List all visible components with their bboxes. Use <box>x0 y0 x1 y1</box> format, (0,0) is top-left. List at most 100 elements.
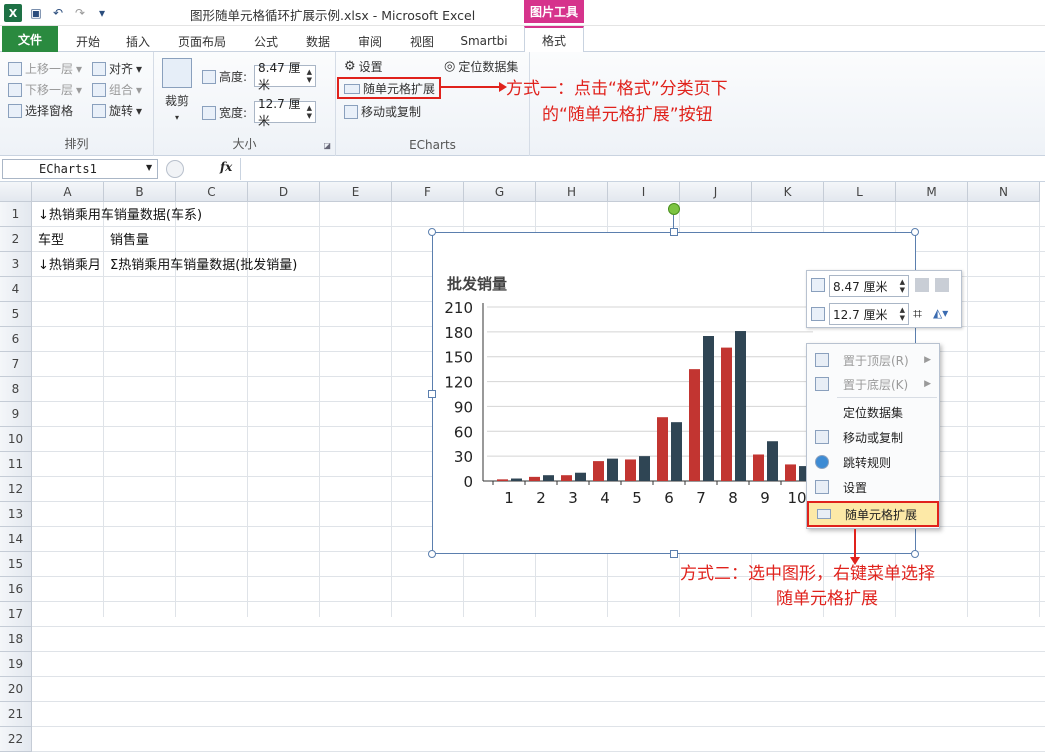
row-header[interactable]: 8 <box>0 377 32 402</box>
cell-a3[interactable]: ↓热销乘月 <box>38 254 110 273</box>
resize-handle-ne[interactable] <box>911 228 919 236</box>
bring-front-icon[interactable] <box>915 278 929 292</box>
column-header[interactable]: B <box>104 182 176 202</box>
column-header[interactable]: A <box>32 182 104 202</box>
row-header[interactable]: 13 <box>0 502 32 527</box>
spinner-arrows-icon[interactable]: ▲ ▼ <box>900 278 905 294</box>
rotate-handle[interactable] <box>668 203 680 215</box>
cell-b3[interactable]: Σ热销乘用车销量数据(批发销量) <box>110 254 297 273</box>
row-header[interactable]: 14 <box>0 527 32 552</box>
formula-input[interactable] <box>240 158 1045 180</box>
resize-handle-s[interactable] <box>670 550 678 558</box>
tab-smartbi[interactable]: Smartbi <box>454 30 514 52</box>
row-header[interactable]: 3 <box>0 252 32 277</box>
column-header[interactable]: H <box>536 182 608 202</box>
column-header[interactable]: N <box>968 182 1040 202</box>
tab-format[interactable]: 格式 <box>524 26 584 53</box>
row-header[interactable]: 20 <box>0 677 32 702</box>
customize-qat-icon[interactable]: ▾ <box>94 5 110 21</box>
spinner-arrows-icon[interactable]: ▲ ▼ <box>307 104 312 120</box>
width-field[interactable]: 12.7 厘米 ▲ ▼ <box>254 97 316 128</box>
dialog-launcher-icon[interactable]: ◪ <box>323 141 331 150</box>
column-header[interactable]: G <box>464 182 536 202</box>
excel-logo-icon[interactable]: X <box>4 4 22 22</box>
menu-item-cell-expand[interactable]: 随单元格扩展 <box>807 501 939 527</box>
row-header[interactable]: 5 <box>0 302 32 327</box>
rotate-button[interactable]: 旋转 ▾ <box>92 102 142 119</box>
move-copy-button[interactable]: 移动或复制 <box>344 103 421 120</box>
send-back-icon[interactable] <box>935 278 949 292</box>
name-box[interactable]: ECharts1 <box>2 159 158 179</box>
height-field[interactable]: 8.47 厘米 ▲ ▼ <box>254 61 316 92</box>
tab-home[interactable]: 开始 <box>68 30 108 52</box>
menu-item-move-copy[interactable]: 移动或复制 <box>807 425 939 449</box>
selection-pane-button[interactable]: 选择窗格 <box>8 102 73 119</box>
menu-item-jump-rules[interactable]: 跳转规则 <box>807 450 939 474</box>
spinner-arrows-icon[interactable]: ▲ ▼ <box>307 68 312 84</box>
picture-effects-icon[interactable]: ◭▾ <box>933 306 948 320</box>
undo-icon[interactable]: ↶ <box>50 5 66 21</box>
row-header[interactable]: 10 <box>0 427 32 452</box>
column-header[interactable]: I <box>608 182 680 202</box>
resize-handle-nw[interactable] <box>428 228 436 236</box>
name-box-dropdown-icon[interactable]: ▼ <box>146 163 152 172</box>
row-header[interactable]: 11 <box>0 452 32 477</box>
echarts-settings-button[interactable]: ⚙ 设置 <box>344 58 383 75</box>
tab-data[interactable]: 数据 <box>298 30 338 52</box>
row-header[interactable]: 21 <box>0 702 32 727</box>
row-gridline <box>32 726 1045 727</box>
tab-file[interactable]: 文件 <box>2 26 58 52</box>
column-header[interactable]: K <box>752 182 824 202</box>
column-header[interactable]: E <box>320 182 392 202</box>
crop-icon[interactable]: ⌗ <box>913 304 922 324</box>
menu-item-locate-dataset[interactable]: 定位数据集 <box>807 400 939 424</box>
column-header[interactable]: J <box>680 182 752 202</box>
spinner-arrows-icon[interactable]: ▲ ▼ <box>900 306 905 322</box>
row-header[interactable]: 1 <box>0 202 32 227</box>
menu-item-settings[interactable]: 设置 <box>807 475 939 499</box>
row-header[interactable]: 7 <box>0 352 32 377</box>
row-header[interactable]: 2 <box>0 227 32 252</box>
cell-a1[interactable]: ↓热销乘用车销量数据(车系) <box>38 204 202 223</box>
menu-item-bring-to-front[interactable]: 置于顶层(R) ▶ <box>807 348 939 372</box>
column-header[interactable]: L <box>824 182 896 202</box>
row-header[interactable]: 12 <box>0 477 32 502</box>
column-header[interactable]: M <box>896 182 968 202</box>
resize-handle-sw[interactable] <box>428 550 436 558</box>
row-header[interactable]: 19 <box>0 652 32 677</box>
locate-dataset-button[interactable]: ◎ 定位数据集 <box>444 58 518 75</box>
tab-insert[interactable]: 插入 <box>118 30 158 52</box>
group-button[interactable]: 组合 ▾ <box>92 81 142 98</box>
save-icon[interactable]: ▣ <box>28 5 44 21</box>
send-backward-button[interactable]: 下移一层 ▾ <box>8 81 82 98</box>
row-header[interactable]: 16 <box>0 577 32 602</box>
row-header[interactable]: 4 <box>0 277 32 302</box>
row-header[interactable]: 22 <box>0 727 32 752</box>
crop-button[interactable]: 裁剪 ▾ <box>162 58 192 122</box>
cell-a2[interactable]: 车型 <box>38 229 64 248</box>
redo-icon[interactable]: ↷ <box>72 5 88 21</box>
column-header[interactable]: F <box>392 182 464 202</box>
resize-handle-n[interactable] <box>670 228 678 236</box>
mini-width-field[interactable]: 12.7 厘米 ▲ ▼ <box>829 303 909 325</box>
row-header[interactable]: 15 <box>0 552 32 577</box>
mini-height-field[interactable]: 8.47 厘米 ▲ ▼ <box>829 275 909 297</box>
row-header[interactable]: 18 <box>0 627 32 652</box>
bring-forward-button[interactable]: 上移一层 ▾ <box>8 60 82 77</box>
select-all-corner[interactable] <box>0 182 32 202</box>
tab-review[interactable]: 审阅 <box>350 30 390 52</box>
row-header[interactable]: 6 <box>0 327 32 352</box>
tab-formulas[interactable]: 公式 <box>246 30 286 52</box>
tab-view[interactable]: 视图 <box>402 30 442 52</box>
column-header[interactable]: C <box>176 182 248 202</box>
resize-handle-w[interactable] <box>428 390 436 398</box>
resize-handle-se[interactable] <box>911 550 919 558</box>
row-header[interactable]: 9 <box>0 402 32 427</box>
fx-icon[interactable]: fx <box>220 160 232 174</box>
tab-page-layout[interactable]: 页面布局 <box>170 30 234 52</box>
row-header[interactable]: 17 <box>0 602 32 627</box>
cell-b2[interactable]: 销售量 <box>110 229 149 248</box>
menu-item-send-to-back[interactable]: 置于底层(K) ▶ <box>807 372 939 396</box>
column-header[interactable]: D <box>248 182 320 202</box>
align-button[interactable]: 对齐 ▾ <box>92 60 142 77</box>
